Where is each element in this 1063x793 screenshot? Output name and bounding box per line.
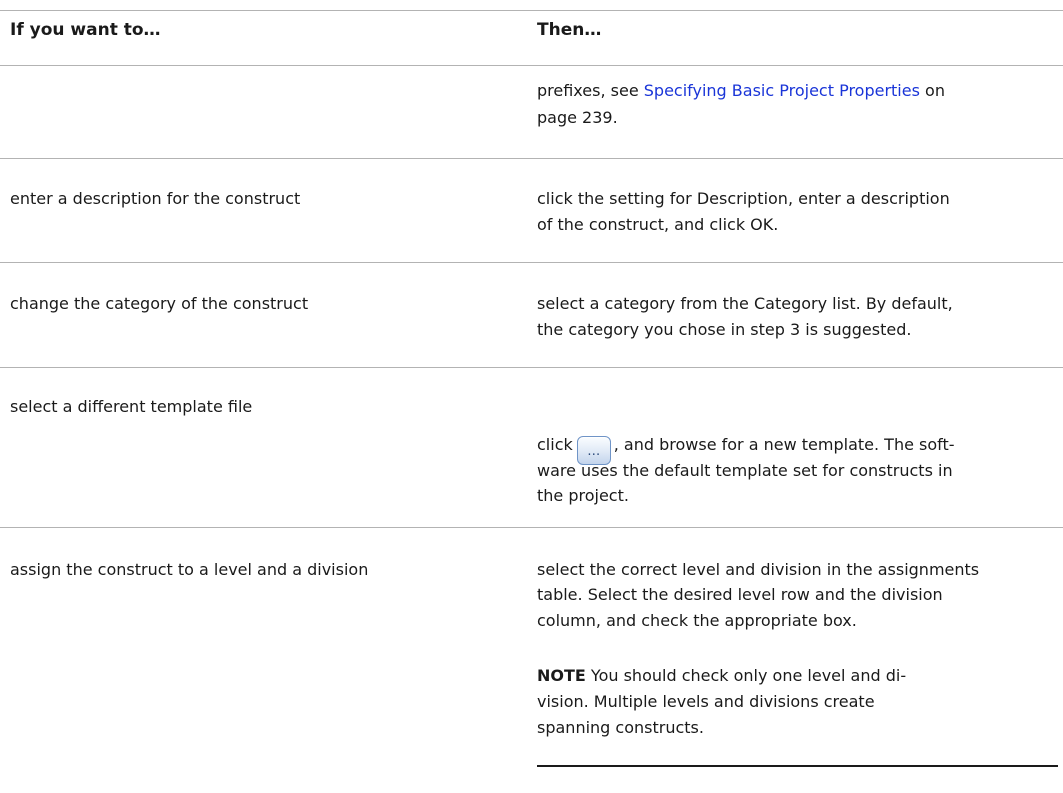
project-properties-link[interactable]: Specifying Basic Project Properties xyxy=(644,81,920,100)
assign-result-line-2: table. Select the desired level row and … xyxy=(537,585,943,604)
row-rule xyxy=(0,158,1063,159)
row-rule xyxy=(0,262,1063,263)
description-result-line-1: click the setting for Description, enter… xyxy=(537,189,950,208)
note-label: NOTE xyxy=(537,666,586,685)
category-result-line-1: select a category from the Category list… xyxy=(537,294,953,313)
description-result-line-2: of the construct, and click OK. xyxy=(537,215,779,234)
template-result-line-2: ware uses the default template set for c… xyxy=(537,461,953,480)
note-line-3: spanning constructs. xyxy=(537,718,704,737)
note-text: You should check only one level and di- xyxy=(585,666,907,685)
column-header-result: Then… xyxy=(537,20,602,40)
header-rule xyxy=(0,65,1063,66)
action-select-template: select a different template file xyxy=(10,397,253,416)
action-assign-level-division: assign the construct to a level and a di… xyxy=(10,560,369,579)
prefixes-text-after: on xyxy=(919,81,945,100)
note-line-1: NOTE You should check only one level and… xyxy=(537,663,906,688)
template-result-line-3: the project. xyxy=(537,486,629,505)
row-rule xyxy=(0,527,1063,528)
row-rule xyxy=(0,367,1063,368)
note-line-2: vision. Multiple levels and divisions cr… xyxy=(537,692,875,711)
assign-result-line-3: column, and check the appropriate box. xyxy=(537,611,857,630)
action-enter-description: enter a description for the construct xyxy=(10,189,301,208)
prefixes-line-1: prefixes, see Specifying Basic Project P… xyxy=(537,78,945,103)
category-result-line-2: the category you chose in step 3 is sugg… xyxy=(537,320,912,339)
action-change-category: change the category of the construct xyxy=(10,294,309,313)
assign-result-line-1: select the correct level and division in… xyxy=(537,560,980,579)
column-header-action: If you want to… xyxy=(10,20,161,40)
template-text-before: click xyxy=(537,435,573,454)
note-bottom-rule xyxy=(537,765,1058,767)
template-text-after: , and browse for a new template. The sof… xyxy=(613,435,955,454)
prefixes-line-2: page 239. xyxy=(537,108,618,127)
table-top-rule xyxy=(0,10,1063,11)
prefixes-text-before: prefixes, see xyxy=(537,81,644,100)
ellipsis-icon: … xyxy=(587,444,601,459)
